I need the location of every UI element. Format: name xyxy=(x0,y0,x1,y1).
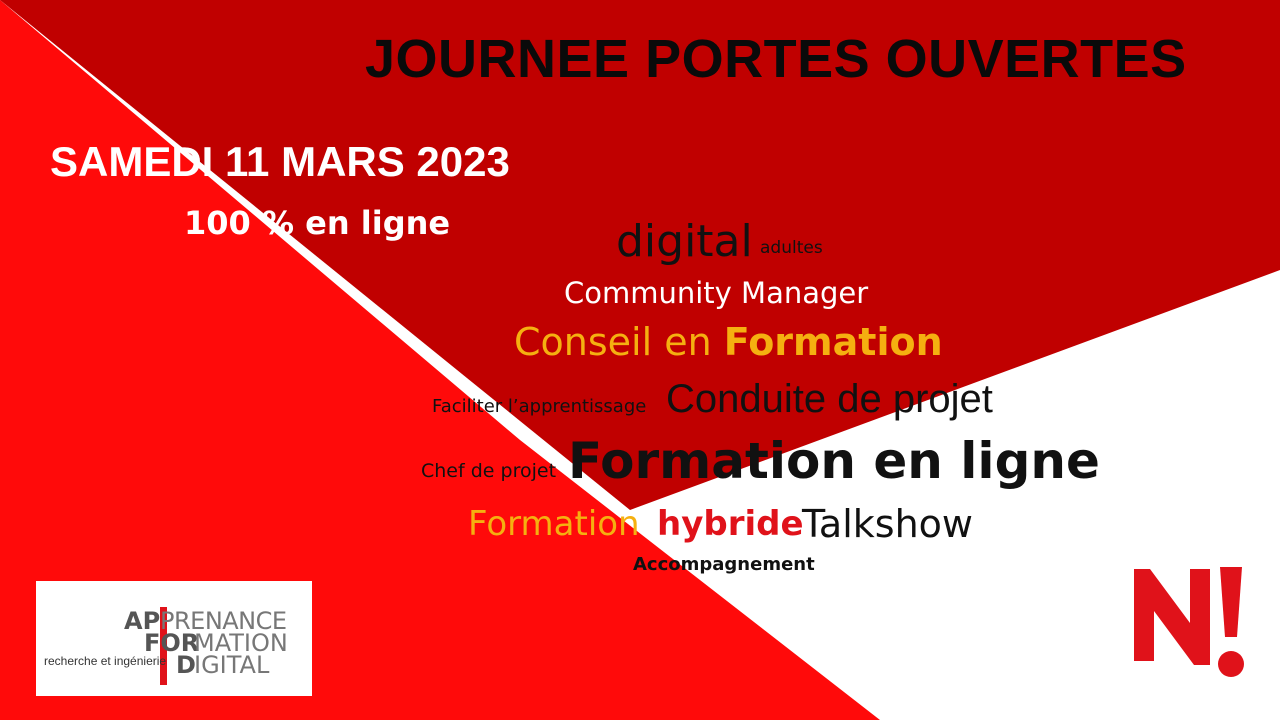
word-hybride: hybride xyxy=(657,504,804,544)
logo-d: D xyxy=(176,651,196,679)
brand-mark-icon xyxy=(1134,567,1244,677)
word-faciliter: Faciliter l’apprentissage xyxy=(432,396,647,417)
word-conduite-de-projet: Conduite de projet xyxy=(666,377,993,421)
event-mode: 100 % en ligne xyxy=(184,204,451,242)
word-chef-de-projet: Chef de projet xyxy=(421,460,557,482)
word-adultes: adultes xyxy=(760,238,823,258)
slide-title: JOURNEE PORTES OUVERTES xyxy=(365,29,1187,89)
apprenance-logo: AP PRENANCE FOR MATION D IGITAL recherch… xyxy=(36,581,312,696)
apprenance-logo-mark: AP PRENANCE FOR MATION D IGITAL recherch… xyxy=(44,607,288,685)
event-date: SAMEDI 11 MARS 2023 xyxy=(50,138,510,185)
word-conseil-formation: Formation xyxy=(723,320,943,364)
word-conseil-en: Conseil en xyxy=(514,320,724,364)
word-community-manager: Community Manager xyxy=(564,276,869,310)
word-formation: Formation xyxy=(468,504,640,544)
word-conseil-en-formation: Conseil en Formation xyxy=(514,320,943,364)
logo-tagline: recherche et ingénierie xyxy=(44,654,166,668)
logo-igital: IGITAL xyxy=(194,651,270,679)
word-talkshow: Talkshow xyxy=(802,502,973,546)
word-accompagnement: Accompagnement xyxy=(633,554,815,575)
word-formation-en-ligne: Formation en ligne xyxy=(568,432,1100,490)
word-digital: digital xyxy=(616,216,753,267)
